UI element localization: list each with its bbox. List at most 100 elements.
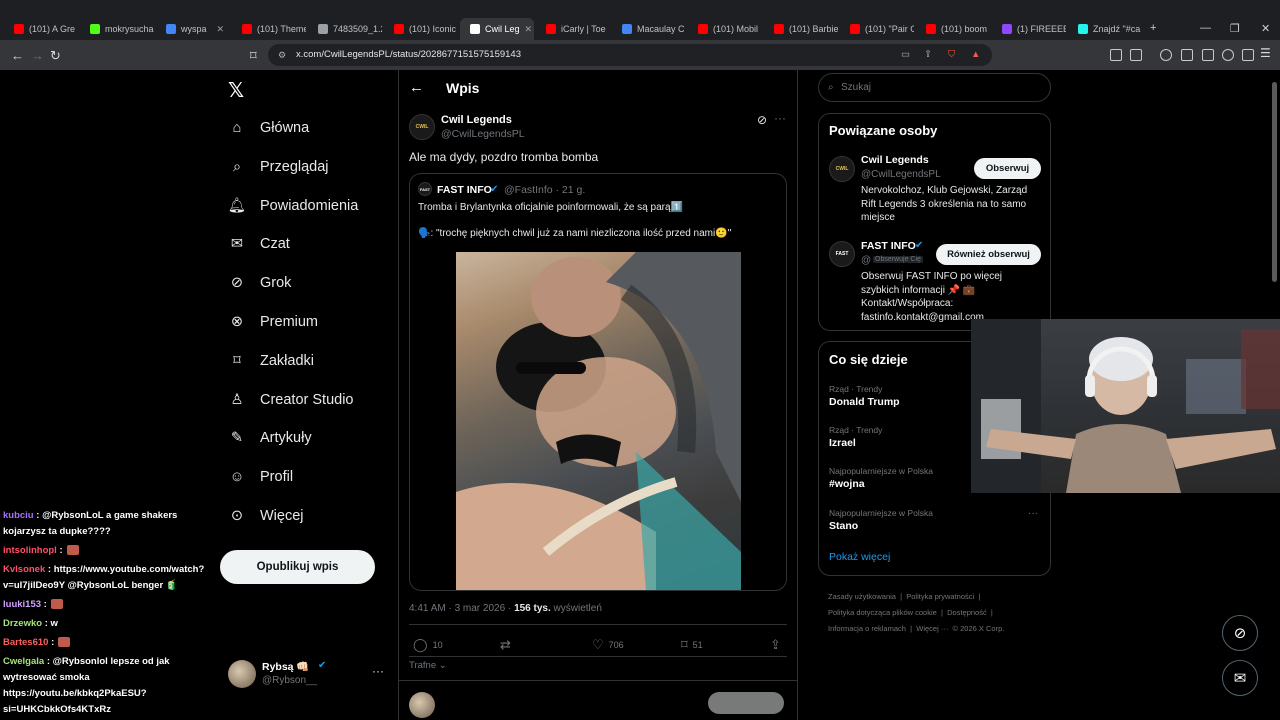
nav-item[interactable]: ☺ Profil	[228, 465, 293, 489]
minimize-button[interactable]: —	[1200, 22, 1211, 34]
vpn-icon[interactable]	[1242, 49, 1254, 61]
browser-tab[interactable]: (101) Mobil	[688, 18, 762, 40]
page-scrollbar[interactable]	[1272, 82, 1277, 282]
footer-link[interactable]: Dostępność	[947, 608, 987, 617]
grok-fab-button[interactable]: ⊘	[1222, 615, 1258, 651]
reply-submit-button[interactable]	[708, 692, 784, 714]
post-button[interactable]: Opublikuj wpis	[220, 550, 375, 584]
nav-item[interactable]: ⊗ Premium	[228, 310, 318, 334]
show-more-link[interactable]: Pokaż więcej	[829, 551, 890, 563]
browser-tab[interactable]: Macaulay C	[612, 18, 686, 40]
person-bio: Nervokolchoz, Klub Gejowski, Zarząd Rift…	[861, 185, 1028, 223]
browser-tab[interactable]: mokrysucha	[80, 18, 154, 40]
share-button[interactable]: ⇪	[770, 637, 781, 653]
browser-tab[interactable]: (101) Iconic	[384, 18, 458, 40]
browser-tab[interactable]: (101) Barbie	[764, 18, 838, 40]
post-views-label: wyświetleń	[550, 603, 602, 614]
extensions-icon[interactable]	[1110, 49, 1122, 61]
leo-ai-icon[interactable]	[1222, 49, 1234, 61]
search-input[interactable]: ⌕ Szukaj	[818, 73, 1051, 102]
nav-item[interactable]: ⌂ Główna	[228, 116, 310, 140]
tab-label: (101) A Gre	[29, 24, 76, 34]
footer-link[interactable]: Zasady użytkowania	[828, 592, 896, 601]
quoted-post[interactable]: FAST FAST INFO ✔ @FastInfo · 21 g. Tromb…	[409, 173, 787, 591]
footer-link[interactable]: Polityka dotycząca plików cookie	[828, 608, 937, 617]
person-handle[interactable]: @	[861, 255, 871, 266]
site-info-icon[interactable]: ⚙	[278, 44, 286, 66]
post-date: 4:41 AM · 3 mar 2026 ·	[409, 603, 515, 614]
browser-tab[interactable]: wyspa ✕	[156, 18, 230, 40]
tab-label: mokrysucha	[105, 24, 154, 34]
nav-item-label: Artykuły	[260, 430, 312, 447]
close-tab-icon[interactable]: ✕	[525, 24, 533, 35]
nav-item[interactable]: 🔔︎ Powiadomienia	[228, 194, 359, 218]
wallet-icon[interactable]	[1202, 49, 1214, 61]
person-avatar[interactable]: CWIL	[829, 156, 855, 182]
post-more-icon[interactable]: ···	[774, 111, 786, 125]
more-options-icon[interactable]: ···	[372, 664, 384, 678]
browser-tab[interactable]: Cwil Leg ✕	[460, 18, 534, 40]
menu-icon[interactable]: ☰	[1260, 46, 1271, 60]
browser-tab[interactable]: (101) A Gre	[4, 18, 78, 40]
nav-item[interactable]: ♙ Creator Studio	[228, 388, 354, 412]
browser-tab[interactable]: (101) "Pair C	[840, 18, 914, 40]
new-tab-button[interactable]: +	[1150, 22, 1156, 34]
trend-category: Najpopularniejsze w Polska	[829, 466, 933, 476]
sidebar-toggle-icon[interactable]	[1130, 49, 1142, 61]
back-arrow-icon[interactable]: ←	[409, 79, 424, 96]
brave-rewards-icon[interactable]: ▲	[971, 44, 980, 66]
x-logo-icon[interactable]: 𝕏	[228, 78, 244, 103]
forward-arrow-icon[interactable]: →	[31, 48, 44, 63]
browser-tab[interactable]: (101) boom	[916, 18, 990, 40]
nav-item[interactable]: ✎ Artykuły	[228, 426, 312, 450]
footer-link[interactable]: Polityka prywatności	[906, 592, 974, 601]
follow-back-button[interactable]: Również obserwuj	[936, 244, 1041, 265]
reply-sort-dropdown[interactable]: Trafne ⌄	[409, 660, 447, 671]
nav-item[interactable]: ⊘ Grok	[228, 271, 292, 295]
footer-link[interactable]: Więcej ···	[916, 624, 948, 633]
browser-tab[interactable]: (1) FIREEEE	[992, 18, 1066, 40]
brave-shield-icon[interactable]: ⛉	[948, 44, 955, 66]
nav-item[interactable]: ⊙ Więcej	[228, 504, 304, 528]
author-name[interactable]: Cwil Legends	[441, 114, 512, 126]
messages-fab-button[interactable]: ✉	[1222, 660, 1258, 696]
browser-tab[interactable]: 7483509_1.2	[308, 18, 382, 40]
reply-button[interactable]: ◯ 10	[413, 637, 443, 653]
footer-link[interactable]: Informacja o reklamach	[828, 624, 906, 633]
person-avatar[interactable]: FAST	[829, 241, 855, 267]
chevron-down-icon: ⌄	[438, 660, 447, 671]
close-window-button[interactable]: ✕	[1261, 22, 1270, 35]
repost-button[interactable]: ⇄	[500, 637, 511, 653]
person-name[interactable]: FAST INFO	[861, 240, 916, 252]
trend-name: Izrael	[829, 437, 856, 449]
reload-icon[interactable]: ↻	[50, 48, 61, 64]
browser-tab[interactable]: Znajdź "#ca	[1068, 18, 1142, 40]
follow-button[interactable]: Obserwuj	[974, 158, 1041, 179]
bookmark-button[interactable]: ⌑ 51	[681, 637, 703, 653]
share-icon[interactable]: ⇪	[924, 44, 932, 66]
close-tab-icon[interactable]: ✕	[216, 24, 224, 35]
trend-more-icon[interactable]: ···	[1028, 508, 1038, 519]
bookmark-page-icon[interactable]: ⌑	[250, 48, 257, 64]
author-handle[interactable]: @CwilLegendsPL	[441, 128, 525, 140]
reading-list-icon[interactable]	[1181, 49, 1193, 61]
author-avatar[interactable]: CWIL	[409, 114, 435, 140]
grok-icon[interactable]: ⊘	[757, 113, 767, 127]
quoted-post-photo[interactable]	[456, 252, 741, 590]
nav-item[interactable]: ⌑ Zakładki	[228, 349, 314, 373]
person-handle[interactable]: @CwilLegendsPL	[861, 169, 941, 180]
browser-tab[interactable]: (101) Theme	[232, 18, 306, 40]
nav-item[interactable]: ⌕ Przeglądaj	[228, 155, 329, 179]
like-button[interactable]: ♡ 706	[592, 637, 624, 653]
account-switcher[interactable]: Rybsą 👊🏻 ✔ @Rybson__ ···	[228, 658, 388, 692]
address-bar[interactable]: ⚙ x.com/CwilLegendsPL/status/20286771515…	[268, 44, 992, 66]
music-icon[interactable]	[1160, 49, 1172, 61]
person-name[interactable]: Cwil Legends	[861, 154, 929, 166]
tab-favicon-icon	[926, 24, 936, 34]
browser-tab[interactable]: iCarly | Toe	[536, 18, 610, 40]
maximize-button[interactable]: ❐	[1230, 22, 1240, 35]
tab-favicon-icon	[394, 24, 404, 34]
nav-item[interactable]: ✉ Czat	[228, 232, 290, 256]
install-app-icon[interactable]: ▭	[901, 44, 910, 66]
back-arrow-icon[interactable]: ←	[11, 48, 24, 63]
